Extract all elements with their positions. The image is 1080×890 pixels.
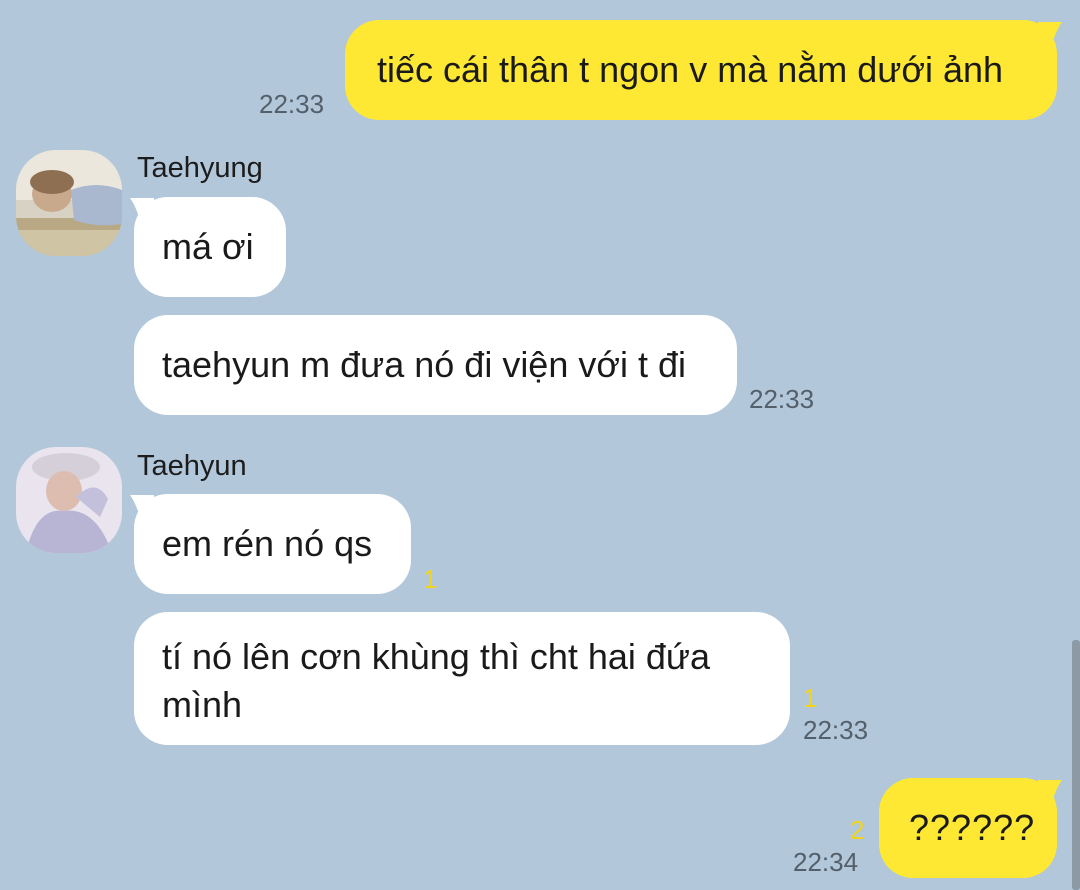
scrollbar[interactable] xyxy=(1072,640,1080,890)
message-timestamp: 22:33 xyxy=(259,89,325,119)
outgoing-message-bubble[interactable]: ?????? xyxy=(879,778,1057,878)
incoming-message-bubble[interactable]: em rén nó qs xyxy=(134,494,411,594)
bubble-tail-icon xyxy=(130,495,154,523)
outgoing-message-bubble[interactable]: tiếc cái thân t ngon v mà nằm dưới ảnh xyxy=(345,20,1057,120)
profile-photo-icon xyxy=(16,447,122,553)
message-text: ?????? xyxy=(909,807,1036,848)
message-text: taehyun m đưa nó đi viện với t đi xyxy=(162,344,686,385)
profile-photo-icon xyxy=(16,150,122,256)
sender-name: Taehyung xyxy=(137,152,263,184)
taehyung-avatar[interactable] xyxy=(16,150,122,256)
message-text: em rén nó qs xyxy=(162,523,373,564)
bubble-tail-icon xyxy=(1038,780,1062,808)
message-text-line: tí nó lên cơn khùng thì cht hai đứa xyxy=(162,636,711,677)
message-timestamp: 22:33 xyxy=(803,715,869,745)
bubble-tail-icon xyxy=(130,198,154,226)
incoming-message-bubble[interactable]: taehyun m đưa nó đi viện với t đi xyxy=(134,315,737,415)
sender-name: Taehyun xyxy=(137,450,247,482)
message-text: tiếc cái thân t ngon v mà nằm dưới ảnh xyxy=(377,49,1004,90)
message-timestamp: 22:34 xyxy=(793,847,859,877)
unread-count: 1 xyxy=(803,683,818,713)
message-text: má ơi xyxy=(162,226,254,267)
message-text-line: mình xyxy=(162,684,243,725)
incoming-message-bubble[interactable]: má ơi xyxy=(134,197,286,297)
bubble-tail-icon xyxy=(1038,22,1062,50)
taehyun-avatar[interactable] xyxy=(16,447,122,553)
message-timestamp: 22:33 xyxy=(749,384,815,414)
incoming-message-bubble[interactable]: tí nó lên cơn khùng thì cht hai đứa mình xyxy=(134,612,790,745)
unread-count: 2 xyxy=(850,815,865,845)
unread-count: 1 xyxy=(423,564,438,594)
